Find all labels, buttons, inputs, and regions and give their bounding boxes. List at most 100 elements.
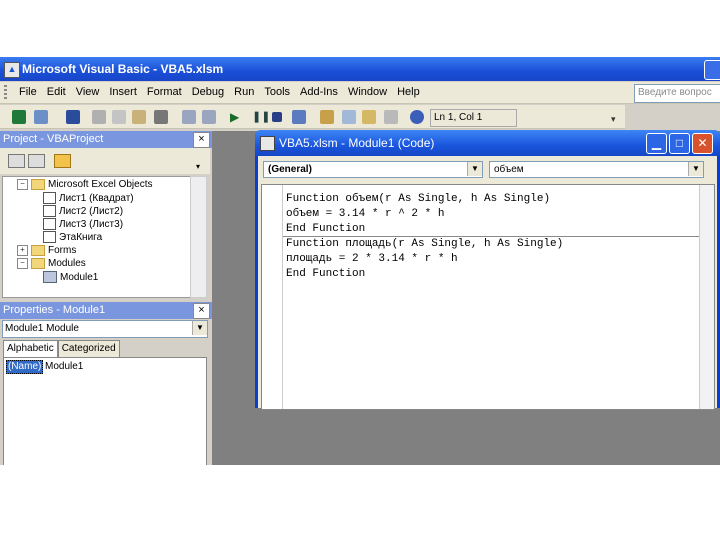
paste-icon[interactable] (132, 110, 146, 124)
maximize-button[interactable] (704, 60, 720, 80)
project-tree: − Microsoft Excel Objects Лист1 (Квадрат… (2, 176, 192, 298)
minimize-button[interactable]: ▁ (646, 133, 667, 154)
tree-label: Лист1 (Квадрат) (59, 192, 134, 204)
panel-chevron-icon[interactable]: ▾ (196, 162, 206, 171)
pause-icon[interactable]: ❚❚ (252, 110, 270, 124)
code-line[interactable]: объем = 3.14 * r ^ 2 * h (286, 207, 563, 222)
code-line[interactable]: площадь = 2 * 3.14 * r * h (286, 252, 563, 267)
cut-icon[interactable] (92, 110, 106, 124)
run-icon[interactable]: ▶ (230, 110, 244, 124)
tree-node-forms[interactable]: + Forms (17, 245, 76, 256)
help-icon[interactable] (410, 110, 424, 124)
menu-help[interactable]: Help (392, 86, 425, 98)
procedure-combo-value: объем (494, 164, 524, 175)
close-button[interactable]: ✕ (692, 133, 713, 154)
tree-label: Module1 (60, 271, 99, 283)
chevron-down-icon[interactable]: ▼ (192, 321, 207, 335)
object-select[interactable]: Module1 Module ▼ (2, 320, 208, 338)
menu-insert[interactable]: Insert (104, 86, 142, 98)
tree-label: Modules (48, 258, 86, 269)
toolbox-icon[interactable] (384, 110, 398, 124)
menu-window[interactable]: Window (343, 86, 392, 98)
code-line[interactable]: End Function (286, 222, 563, 237)
chevron-down-icon[interactable]: ▼ (688, 162, 703, 176)
property-name: (Name) (6, 360, 43, 374)
tree-node-excel-objects[interactable]: − Microsoft Excel Objects (17, 179, 152, 190)
project-explorer-toolbar: ▾ (0, 148, 210, 174)
code-line[interactable]: End Function (286, 267, 563, 282)
module-icon (43, 271, 57, 283)
design-mode-icon[interactable] (292, 110, 306, 124)
save-icon[interactable] (66, 110, 80, 124)
standard-toolbar: ▶ ❚❚ Ln 1, Col 1 ▾ (0, 105, 625, 129)
property-value[interactable]: Module1 (43, 360, 83, 374)
tree-node-module1[interactable]: Module1 (43, 271, 98, 283)
menu-edit[interactable]: Edit (42, 86, 71, 98)
code-editor[interactable]: Function объем(r As Single, h As Single)… (261, 184, 715, 410)
excel-icon[interactable] (12, 110, 26, 124)
properties-panel: Properties - Module1 × Module1 Module ▼ … (0, 302, 213, 465)
toolbar-options-chevron-icon[interactable]: ▾ (611, 114, 621, 124)
menu-add-ins[interactable]: Add-Ins (295, 86, 343, 98)
view-code-icon[interactable] (8, 154, 25, 168)
code-margin[interactable] (262, 185, 283, 409)
procedure-combo[interactable]: объем ▼ (489, 161, 704, 178)
redo-icon[interactable] (202, 110, 216, 124)
tree-node-sheet3[interactable]: Лист3 (Лист3) (43, 218, 123, 230)
object-select-value: Module1 Module (5, 323, 79, 334)
tree-label: Microsoft Excel Objects (48, 179, 153, 190)
close-icon[interactable]: × (193, 303, 210, 319)
ask-question-input[interactable]: Введите вопрос (634, 84, 720, 103)
tree-scrollbar[interactable] (190, 176, 207, 298)
expand-icon[interactable]: + (17, 245, 28, 256)
tree-node-sheet1[interactable]: Лист1 (Квадрат) (43, 192, 134, 204)
folder-icon (31, 179, 45, 190)
project-explorer-panel: Project - VBAProject × ▾ − Microsoft Exc… (0, 131, 213, 299)
chevron-down-icon[interactable]: ▼ (467, 162, 482, 176)
object-browser-icon[interactable] (362, 110, 376, 124)
tree-node-modules[interactable]: − Modules (17, 258, 86, 269)
property-row[interactable]: (Name) Module1 (6, 360, 202, 374)
collapse-icon[interactable]: − (17, 179, 28, 190)
menu-run[interactable]: Run (229, 86, 259, 98)
project-explorer-title: Project - VBAProject × (0, 131, 213, 148)
code-line[interactable]: Function объем(r As Single, h As Single) (286, 192, 563, 207)
collapse-icon[interactable]: − (17, 258, 28, 269)
sheet-icon (43, 205, 56, 217)
view-object-icon[interactable] (28, 154, 45, 168)
tree-node-sheet2[interactable]: Лист2 (Лист2) (43, 205, 123, 217)
code-line[interactable]: Function площадь(r As Single, h As Singl… (286, 237, 563, 252)
cursor-position-box: Ln 1, Col 1 (430, 109, 517, 127)
workbook-icon (43, 231, 56, 243)
menu-tools[interactable]: Tools (259, 86, 295, 98)
menubar-grip[interactable] (4, 85, 7, 100)
menu-file[interactable]: File (14, 86, 42, 98)
find-icon[interactable] (154, 110, 168, 124)
code-scrollbar[interactable] (699, 185, 714, 409)
folder-icon (31, 258, 45, 269)
project-explorer-icon[interactable] (320, 110, 334, 124)
insert-module-icon[interactable] (34, 110, 48, 124)
menu-bar: File Edit View Insert Format Debug Run T… (0, 82, 720, 104)
menu-format[interactable]: Format (142, 86, 187, 98)
code-window-title: VBA5.xlsm - Module1 (Code) (279, 136, 435, 150)
menu-view[interactable]: View (71, 86, 105, 98)
title-bar: ▲ Microsoft Visual Basic - VBA5.xlsm (0, 57, 720, 81)
folder-icon (31, 245, 45, 256)
reset-icon[interactable] (272, 112, 282, 122)
close-icon[interactable]: × (193, 132, 210, 148)
object-combo[interactable]: (General) ▼ (263, 161, 483, 178)
copy-icon[interactable] (112, 110, 126, 124)
object-combo-value: (General) (268, 164, 312, 175)
sheet-icon (43, 218, 56, 230)
code-text[interactable]: Function объем(r As Single, h As Single)… (286, 192, 563, 282)
code-window-body: (General) ▼ объем ▼ Function объем(r As … (258, 156, 717, 410)
tree-node-workbook[interactable]: ЭтаКнига (43, 231, 102, 243)
toggle-folders-icon[interactable] (54, 154, 71, 168)
tab-categorized[interactable]: Categorized (57, 340, 120, 358)
maximize-button[interactable]: □ (669, 133, 690, 154)
undo-icon[interactable] (182, 110, 196, 124)
menu-debug[interactable]: Debug (187, 86, 229, 98)
tree-label: Лист3 (Лист3) (59, 218, 124, 230)
properties-icon[interactable] (342, 110, 356, 124)
